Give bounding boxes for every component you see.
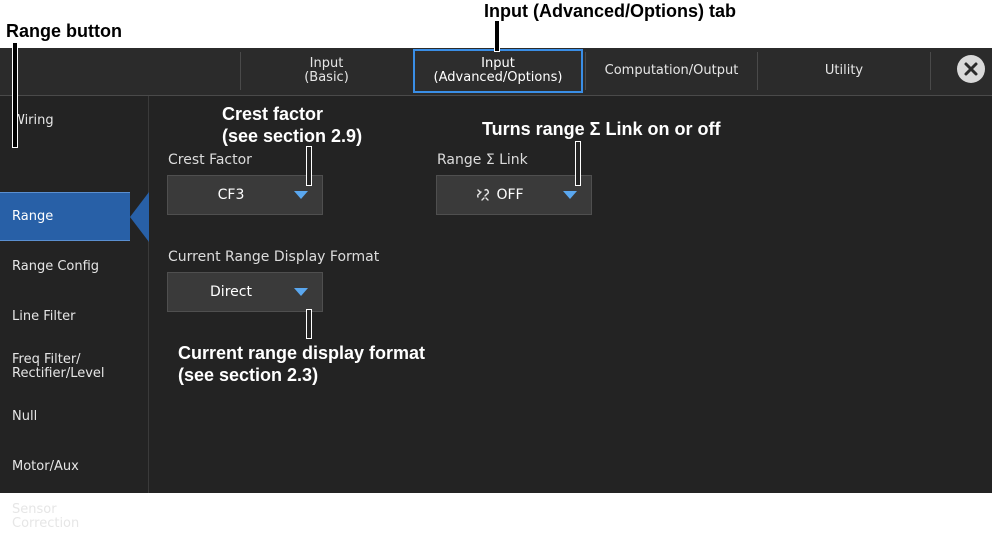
sidebar-item-range[interactable]: Range [0, 192, 130, 241]
crest-factor-leader [306, 146, 312, 186]
active-item-notch [130, 192, 149, 242]
close-icon[interactable] [957, 55, 985, 83]
range-button-leader [12, 42, 18, 148]
tab-bar: Input (Basic) Input (Advanced/Options) C… [0, 48, 992, 96]
display-format-dropdown[interactable]: Direct [167, 272, 323, 312]
close-x-glyph [964, 62, 978, 76]
tab-utility[interactable]: Utility [757, 52, 931, 90]
sidebar-item-line-filter[interactable]: Line Filter [0, 292, 148, 341]
sigma-link-leader [575, 141, 581, 186]
crest-factor-label: Crest Factor [168, 152, 252, 168]
sidebar-item-range-config[interactable]: Range Config [0, 242, 148, 291]
sidebar-item-wiring[interactable]: Wiring [0, 96, 148, 145]
tab-computation-output[interactable]: Computation/Output [585, 52, 757, 90]
tab-input-basic[interactable]: Input (Basic) [240, 52, 412, 90]
range-sigma-link-dropdown[interactable]: OFF [436, 175, 592, 215]
chevron-down-icon [294, 191, 308, 199]
range-sigma-link-label: Range Σ Link [437, 152, 528, 168]
sidebar-item-motor-aux[interactable]: Motor/Aux [0, 442, 148, 491]
chevron-down-icon [294, 288, 308, 296]
advanced-tab-leader [494, 20, 500, 52]
annotation-advanced-tab: Input (Advanced/Options) tab [484, 1, 736, 21]
annotation-range-button: Range button [6, 21, 122, 41]
settings-screen: Input (Basic) Input (Advanced/Options) C… [0, 48, 992, 530]
crest-factor-dropdown[interactable]: CF3 [167, 175, 323, 215]
crest-factor-value: CF3 [217, 187, 245, 203]
annotation-sigma-link: Turns range Σ Link on or off [482, 119, 721, 139]
annotation-crest-factor: Crest factor (see section 2.9) [222, 104, 363, 146]
sidebar-item-freq-filter[interactable]: Freq Filter/ Rectifier/Level [0, 342, 148, 391]
range-sigma-link-value: OFF [496, 187, 524, 203]
sidebar: Wiring Range Range Config Line Filter Fr… [0, 96, 149, 530]
display-format-label: Current Range Display Format [168, 249, 380, 265]
display-format-leader [306, 309, 312, 339]
sidebar-item-sensor-correction[interactable]: Sensor Correction [0, 492, 148, 541]
unlink-icon [477, 188, 490, 201]
tab-input-advanced-options[interactable]: Input (Advanced/Options) [413, 49, 583, 93]
display-format-value: Direct [210, 284, 252, 300]
annotation-display-format: Current range display format (see sectio… [178, 343, 426, 385]
sidebar-item-null[interactable]: Null [0, 392, 148, 441]
chevron-down-icon [563, 191, 577, 199]
